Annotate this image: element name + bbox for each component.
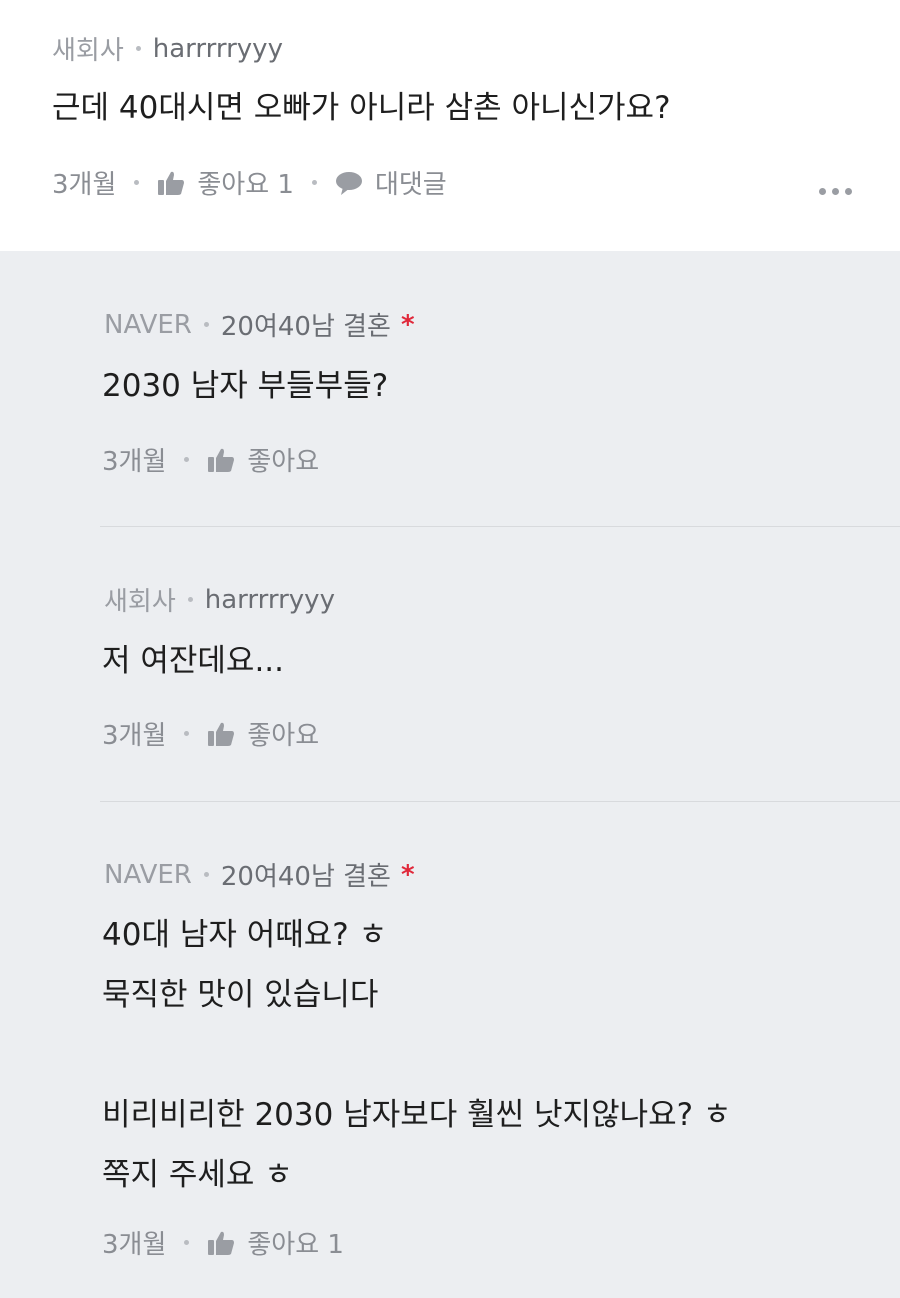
comment-header: 새회사 harrrrryyy xyxy=(52,30,283,67)
comment-time: 3개월 xyxy=(52,170,117,200)
like-label: 좋아요 1 xyxy=(197,170,294,200)
reply-text: 40대 남자 어때요? ㅎ 묵직한 맛이 있습니다 비리비리한 2030 남자보… xyxy=(102,905,731,1205)
reply-author[interactable]: 20여40남 결혼 xyxy=(221,856,391,893)
comment-text: 근데 40대시면 오빠가 아니라 삼촌 아니신가요? xyxy=(52,90,671,126)
separator-dot xyxy=(203,872,209,877)
like-button[interactable]: 좋아요 1 xyxy=(207,1224,344,1261)
separator-dot xyxy=(184,1240,190,1245)
reply-actions: 3개월 좋아요 xyxy=(102,441,319,478)
separator-dot xyxy=(135,46,141,51)
reply-line: 40대 남자 어때요? ㅎ xyxy=(102,917,388,953)
more-dot xyxy=(819,188,826,195)
like-label: 좋아요 xyxy=(247,721,320,751)
reply-list: NAVER 20여40남 결혼 * 2030 남자 부들부들? 3개월 좋아요 xyxy=(0,251,900,1298)
thumbs-up-icon xyxy=(207,1230,235,1256)
reply-text: 2030 남자 부들부들? xyxy=(102,356,388,416)
reply-line: 비리비리한 2030 남자보다 훨씬 낫지않나요? ㅎ xyxy=(102,1097,732,1133)
reply-author[interactable]: 20여40남 결혼 xyxy=(221,306,391,343)
comment-actions: 3개월 좋아요 1 대댓글 xyxy=(52,164,447,201)
reply-text: 저 여잔데요... xyxy=(102,631,284,691)
reply-source: 새회사 xyxy=(104,587,176,617)
reply-label: 대댓글 xyxy=(374,170,447,200)
author-mark: * xyxy=(400,309,415,340)
speech-bubble-icon xyxy=(335,170,363,196)
reply-line xyxy=(102,1025,731,1085)
separator-dot xyxy=(184,457,190,462)
separator-dot xyxy=(184,731,190,736)
reply-line: 2030 남자 부들부들? xyxy=(102,368,389,404)
reply-header: 새회사 harrrrryyy xyxy=(104,581,335,618)
thumbs-up-icon xyxy=(207,721,235,747)
reply-actions: 3개월 좋아요 1 xyxy=(102,1224,344,1261)
reply-button[interactable]: 대댓글 xyxy=(335,164,447,201)
more-dot xyxy=(832,188,839,195)
reply-line: 저 여잔데요... xyxy=(102,643,285,679)
reply-actions: 3개월 좋아요 xyxy=(102,715,319,752)
like-label: 좋아요 1 xyxy=(247,1230,344,1260)
reply-time: 3개월 xyxy=(102,447,167,477)
more-dots-icon[interactable] xyxy=(819,188,852,195)
reply-divider xyxy=(100,801,900,802)
reply-time: 3개월 xyxy=(102,721,167,751)
like-button[interactable]: 좋아요 xyxy=(207,441,319,478)
reply-source: NAVER xyxy=(104,859,192,890)
reply-author[interactable]: harrrrryyy xyxy=(205,585,335,615)
more-dot xyxy=(845,188,852,195)
reply-time: 3개월 xyxy=(102,1230,167,1260)
separator-dot xyxy=(311,180,317,185)
thumbs-up-icon xyxy=(207,447,235,473)
reply-header: NAVER 20여40남 결혼 * xyxy=(104,306,415,343)
reply-header: NAVER 20여40남 결혼 * xyxy=(104,856,415,893)
top-comment: 새회사 harrrrryyy 근데 40대시면 오빠가 아니라 삼촌 아니신가요… xyxy=(0,0,900,251)
separator-dot xyxy=(134,180,140,185)
reply-line: 묵직한 맛이 있습니다 xyxy=(102,977,379,1013)
like-label: 좋아요 xyxy=(247,447,320,477)
reply-source: NAVER xyxy=(104,309,192,340)
like-button[interactable]: 좋아요 xyxy=(207,715,319,752)
reply-line: 쪽지 주세요 ㅎ xyxy=(102,1157,293,1193)
like-button[interactable]: 좋아요 1 xyxy=(157,164,294,201)
comment-source: 새회사 xyxy=(52,36,124,66)
author-mark: * xyxy=(400,859,415,890)
reply-divider xyxy=(100,526,900,527)
separator-dot xyxy=(187,597,193,602)
comment-author[interactable]: harrrrryyy xyxy=(153,34,283,64)
separator-dot xyxy=(203,322,209,327)
thumbs-up-icon xyxy=(157,170,185,196)
